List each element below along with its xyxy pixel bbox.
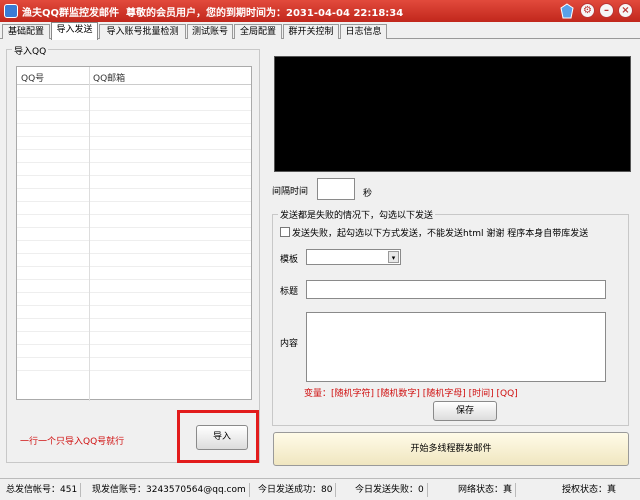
auth-status: 授权状态：真 — [562, 485, 617, 495]
interval-input[interactable] — [317, 178, 355, 200]
column-email[interactable]: QQ邮箱 — [93, 71, 125, 84]
list-row — [17, 306, 251, 319]
tab-log[interactable]: 日志信息 — [340, 24, 387, 39]
network-status: 网络状态：真 — [458, 483, 517, 497]
subject-label: 标题 — [280, 287, 299, 297]
list-row — [17, 124, 251, 137]
variables-hint: 变量：[随机字符] [随机数字] [随机字母] [时间] [QQ] — [304, 389, 518, 399]
sender-count: 总发信帐号：451 — [6, 483, 82, 497]
import-group-title: 导入QQ — [12, 44, 49, 57]
list-row — [17, 202, 251, 215]
tab-bar: 基础配置 导入发送 导入账号批量检测 测试账号 全局配置 群开关控制 日志信息 — [0, 22, 640, 40]
chevron-down-icon[interactable]: ▾ — [388, 251, 399, 263]
tab-basic-config[interactable]: 基础配置 — [2, 24, 50, 39]
tab-batch-check[interactable]: 导入账号批量检测 — [99, 24, 186, 39]
list-row — [17, 176, 251, 189]
list-row — [17, 163, 251, 176]
fail-send-checkbox[interactable] — [280, 227, 290, 237]
subject-input[interactable] — [306, 280, 606, 299]
interval-label: 间隔时间 — [272, 187, 309, 197]
skin-icon[interactable] — [560, 3, 574, 19]
minimize-icon[interactable]: – — [599, 3, 614, 18]
list-row — [17, 345, 251, 358]
list-row — [17, 293, 251, 306]
save-button[interactable]: 保存 — [433, 401, 497, 421]
list-row — [17, 85, 251, 98]
list-row — [17, 228, 251, 241]
tab-global-config[interactable]: 全局配置 — [234, 24, 282, 39]
tab-test-account[interactable]: 测试账号 — [187, 24, 233, 39]
window-title: 渔夫QQ群监控发邮件 — [22, 8, 120, 19]
list-row — [17, 189, 251, 202]
app-icon — [4, 4, 18, 18]
title-bar: 渔夫QQ群监控发邮件 尊敬的会员用户，您的到期时间为：2031-04-04 22… — [0, 0, 640, 22]
list-row — [17, 319, 251, 332]
fallback-group-title: 发送都是失败的情况下，勾选以下发送 — [278, 208, 436, 221]
list-row — [17, 98, 251, 111]
list-row — [17, 358, 251, 371]
expiry-info: 尊敬的会员用户，您的到期时间为：2031-04-04 22:18:34 — [126, 8, 404, 19]
tab-group-switch[interactable]: 群开关控制 — [283, 24, 339, 39]
list-header: QQ号 QQ邮箱 — [17, 67, 251, 85]
template-label: 模板 — [280, 255, 299, 265]
list-row — [17, 150, 251, 163]
content-label: 内容 — [280, 339, 299, 349]
status-bar: 总发信帐号：451 现发信账号：3243570564@qq.com 今日发送成功… — [0, 478, 640, 500]
qq-list[interactable]: QQ号 QQ邮箱 — [16, 66, 252, 401]
list-row — [17, 280, 251, 293]
list-row — [17, 241, 251, 254]
today-success: 今日发送成功：80 — [258, 483, 337, 497]
start-send-button[interactable]: 开始多线程群发邮件 — [273, 432, 629, 466]
list-row — [17, 332, 251, 345]
content-textarea[interactable] — [306, 312, 606, 382]
list-row — [17, 111, 251, 124]
list-row — [17, 137, 251, 150]
preview-screen — [274, 56, 631, 172]
list-row — [17, 215, 251, 228]
column-divider — [89, 67, 90, 401]
today-fail: 今日发送失败：0 — [355, 483, 428, 497]
column-qq[interactable]: QQ号 — [21, 71, 44, 84]
list-row — [17, 267, 251, 280]
tab-import-send[interactable]: 导入发送 — [51, 22, 98, 40]
template-select[interactable]: ▾ — [306, 249, 401, 265]
list-row — [17, 254, 251, 267]
close-icon[interactable]: × — [618, 3, 633, 18]
settings-icon[interactable]: ⚙ — [580, 3, 595, 18]
import-hint: 一行一个只导入QQ号就行 — [20, 437, 125, 447]
import-button[interactable]: 导入 — [196, 425, 248, 450]
current-sender: 现发信账号：3243570564@qq.com — [92, 483, 250, 497]
interval-unit: 秒 — [363, 189, 373, 199]
fail-send-label[interactable]: 发送失败，起勾选以下方式发送，不能发送html 谢谢 程序本身自带库发送 — [292, 226, 588, 239]
